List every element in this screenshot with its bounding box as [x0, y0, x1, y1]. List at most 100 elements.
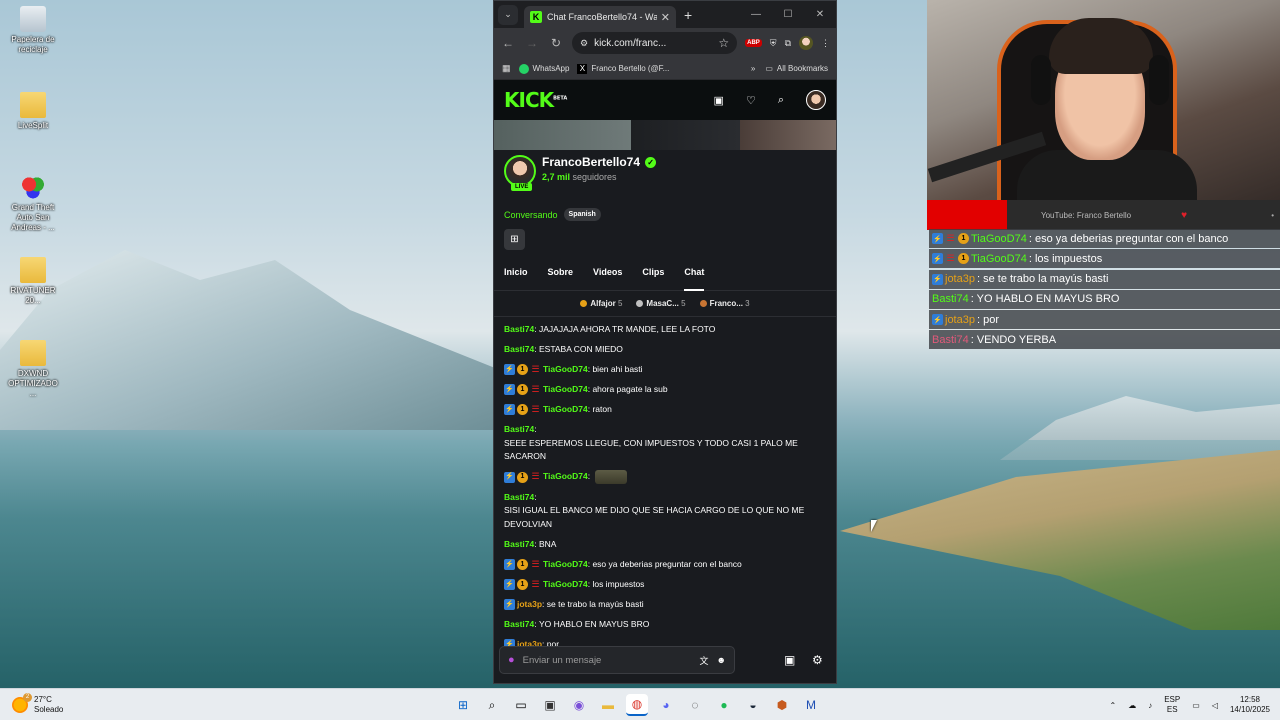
leaderboard-entry[interactable]: Franco... 3 — [699, 299, 750, 308]
channel-name[interactable]: FrancoBertello74 — [542, 155, 640, 169]
chat-username[interactable]: Basti74 — [504, 618, 534, 632]
bookmark-whatsapp[interactable]: WhatsApp — [518, 63, 569, 74]
tab-sobre[interactable]: Sobre — [548, 267, 574, 290]
desktop-icon-recycle-bin[interactable]: Papelera de reciclaje — [4, 6, 62, 55]
weather-badge: 2 — [23, 692, 32, 702]
sub-badge-icon: 1 — [517, 404, 528, 416]
chat-message-input[interactable] — [522, 654, 692, 666]
close-window-icon[interactable]: ✕ — [804, 9, 836, 20]
desktop-icon-label: Papelera de reciclaje — [11, 35, 55, 54]
reload-icon[interactable]: ↻ — [548, 36, 564, 50]
volume-icon[interactable]: ◁ — [1212, 701, 1218, 710]
chat-username[interactable]: jota3p — [517, 598, 542, 612]
apps-grid-icon[interactable]: ▦ — [502, 63, 511, 74]
translate-icon[interactable]: 文 — [700, 654, 709, 667]
chrome-icon[interactable]: ◍ — [626, 694, 648, 716]
chat-text: YO HABLO EN MAYUS BRO — [538, 618, 650, 629]
bookmarks-overflow-button[interactable]: » — [751, 64, 755, 73]
extension-icon[interactable]: ⛨ — [770, 38, 777, 49]
chat-username[interactable]: TiaGooD74 — [543, 558, 588, 572]
stream-preview[interactable] — [494, 120, 836, 150]
new-tab-icon[interactable]: + — [684, 7, 692, 23]
cortana-icon[interactable]: ◉ — [568, 694, 590, 716]
emoji-icon[interactable]: ☻ — [717, 655, 726, 665]
clock[interactable]: 12:58 14/10/2025 — [1230, 695, 1270, 715]
omnibox[interactable]: ⚙ kick.com/franc... ☆ — [572, 32, 738, 54]
maximize-icon[interactable]: ☐ — [772, 9, 804, 20]
discord-icon[interactable]: ◕ — [655, 694, 677, 716]
search-icon[interactable]: ⌕ — [778, 94, 784, 107]
task-view-icon[interactable]: ▭ — [510, 694, 532, 716]
channel-avatar[interactable]: LIVE — [504, 155, 536, 191]
adblock-icon[interactable]: ABP — [745, 39, 762, 47]
browser-tab[interactable]: K Chat FrancoBertello74 - Watch ✕ — [524, 6, 676, 28]
chat-username[interactable]: TiaGooD74 — [543, 383, 588, 397]
desktop-icon-rivatuner[interactable]: RIVATUNER 20... — [4, 257, 62, 306]
microphone-icon[interactable]: ♪ — [1148, 701, 1152, 710]
back-icon[interactable]: ← — [500, 36, 516, 50]
tab-videos[interactable]: Videos — [593, 267, 622, 290]
chat-username[interactable]: Basti74 — [504, 323, 534, 337]
profile-avatar[interactable] — [799, 36, 813, 50]
weather-widget[interactable]: 2 27°C Soleado — [12, 692, 63, 715]
tab-clips[interactable]: Clips — [642, 267, 664, 290]
chat-text: SISI IGUAL EL BANCO ME DIJO QUE SE HACIA… — [504, 505, 805, 529]
store-icon[interactable]: ▣ — [784, 653, 795, 667]
heart-icon[interactable]: ♡ — [746, 94, 756, 107]
chat-username[interactable]: TiaGooD74 — [543, 470, 588, 484]
desktop-icon-dxwnd[interactable]: DXWND OPTIMIZADO ... — [4, 340, 62, 399]
tab-chat[interactable]: Chat — [684, 267, 705, 291]
bookmark-x-profile[interactable]: X Franco Bertello (@F... — [577, 63, 669, 74]
tab-inicio[interactable]: Inicio — [504, 267, 528, 290]
all-bookmarks-button[interactable]: ▭ All Bookmarks — [765, 64, 828, 73]
chat-username[interactable]: TiaGooD74 — [543, 403, 588, 417]
chat-messages[interactable]: Basti74: JAJAJAJA AHORA TR MANDE, LEE LA… — [494, 317, 836, 671]
category-link[interactable]: Conversando — [504, 210, 558, 220]
forward-icon[interactable]: → — [524, 36, 540, 50]
settings-gear-icon[interactable]: ⚙ — [812, 653, 823, 667]
store-icon[interactable]: ▣ — [714, 94, 724, 107]
tray-overflow-icon[interactable]: ⌃ — [1110, 701, 1117, 710]
sub-badge-icon: 1 — [517, 558, 528, 570]
url-text[interactable]: kick.com/franc... — [594, 38, 712, 49]
onedrive-icon[interactable]: ☁ — [1128, 701, 1136, 710]
windows-start-icon[interactable]: ⊞ — [452, 694, 474, 716]
desktop-icon-gta-sa[interactable]: Grand Theft Auto San Andreas - ... — [4, 174, 62, 233]
minimize-icon[interactable]: — — [740, 9, 772, 20]
tab-close-icon[interactable]: ✕ — [661, 11, 670, 24]
shield-app-icon[interactable]: ⬢ — [771, 694, 793, 716]
chat-username[interactable]: Basti74 — [504, 423, 534, 437]
chat-username[interactable]: Basti74 — [504, 343, 534, 357]
language-tag[interactable]: Spanish — [563, 208, 601, 221]
search-icon[interactable]: ⌕ — [481, 694, 503, 716]
menu-kebab-icon[interactable]: ⋮ — [821, 38, 830, 49]
extensions-puzzle-icon[interactable]: ⧉ — [785, 38, 791, 49]
store-icon[interactable]: ▣ — [539, 694, 561, 716]
chat-username[interactable]: TiaGooD74 — [543, 363, 588, 377]
leaderboard-entry[interactable]: MasaC... 5 — [636, 299, 686, 308]
m-app-icon[interactable]: M — [800, 694, 822, 716]
microphone-icon[interactable]: ● — [508, 654, 515, 666]
leaderboard-entry[interactable]: Alfajor 5 — [580, 299, 622, 308]
gift-icon[interactable]: ⊞ — [504, 229, 525, 250]
kick-logo[interactable]: KICKBETA — [504, 88, 567, 112]
steam-icon[interactable]: ◒ — [742, 694, 764, 716]
tab-search-button[interactable]: ⌄ — [498, 4, 518, 25]
site-info-icon[interactable]: ⚙ — [580, 38, 588, 49]
network-icon[interactable]: ▭ — [1192, 701, 1200, 710]
file-explorer-icon[interactable]: ▬ — [597, 694, 619, 716]
desktop-icon-label: Grand Theft Auto San Andreas - ... — [11, 203, 55, 232]
wallpaper-mountain-right — [1000, 396, 1280, 460]
chat-username[interactable]: Basti74 — [504, 538, 534, 552]
gold-medal-icon — [580, 300, 588, 308]
spotify-icon[interactable]: ● — [713, 694, 735, 716]
obs-icon[interactable]: ◌ — [684, 694, 706, 716]
dot-icon: • — [1271, 210, 1274, 220]
chat-username[interactable]: Basti74 — [504, 491, 534, 505]
desktop-icon-livesplit[interactable]: LiveSplit — [4, 92, 62, 131]
chat-username[interactable]: TiaGooD74 — [543, 578, 588, 592]
chat-input-box[interactable]: ● 文 ☻ — [499, 646, 735, 674]
user-avatar[interactable] — [806, 90, 826, 110]
bookmark-star-icon[interactable]: ☆ — [718, 36, 729, 50]
language-indicator[interactable]: ESP ES — [1164, 695, 1180, 715]
